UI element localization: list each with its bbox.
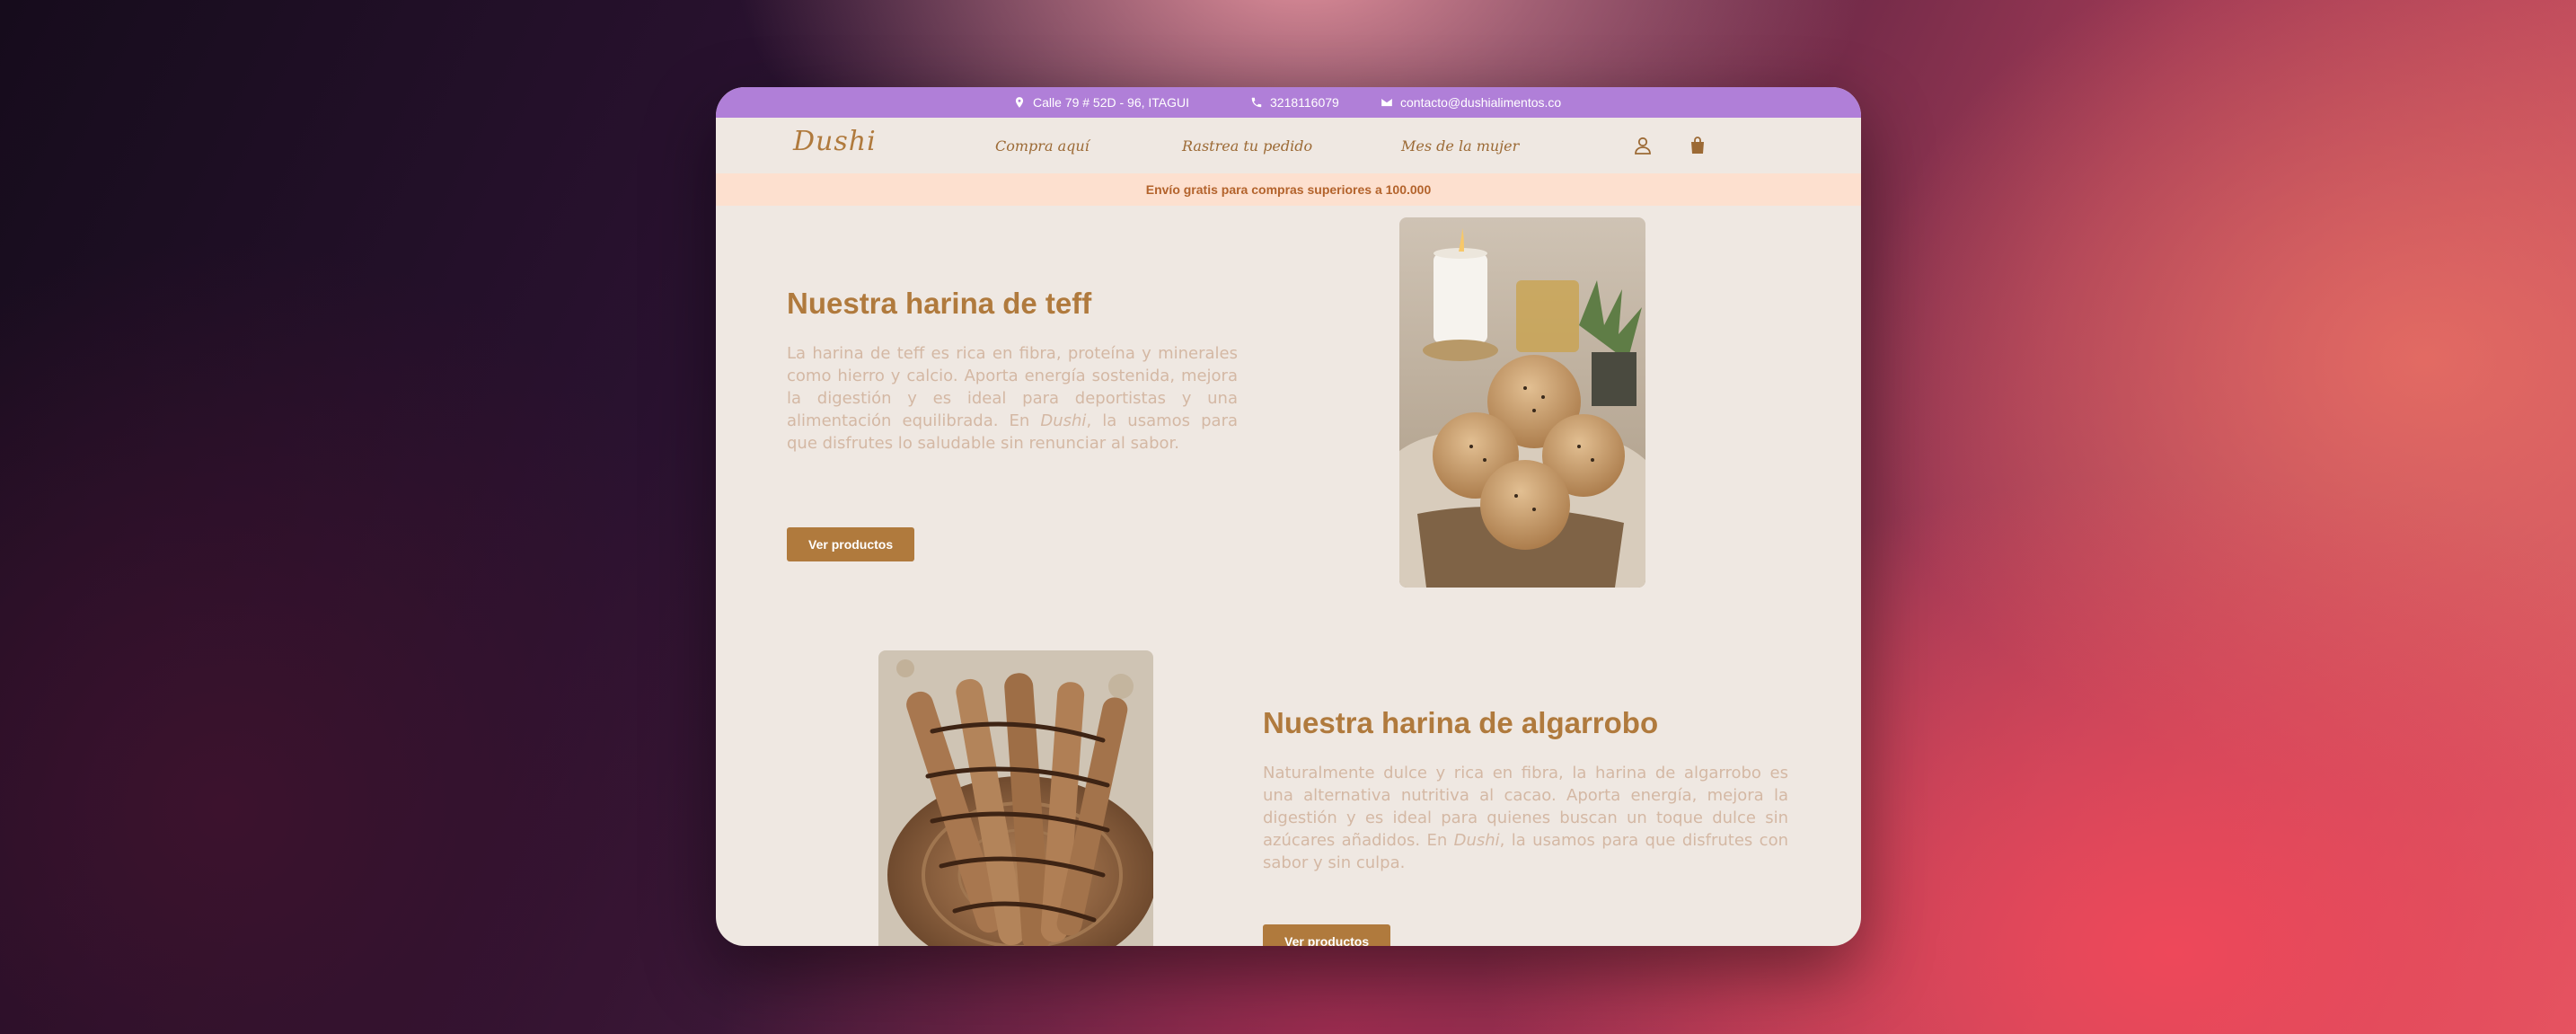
browser-window: Calle 79 # 52D - 96, ITAGUI 3218116079 c… — [716, 87, 1861, 946]
phone-icon — [1251, 97, 1262, 108]
carob-breadsticks-image — [878, 650, 1153, 946]
envelope-icon — [1381, 98, 1392, 107]
phone-text: 3218116079 — [1270, 95, 1339, 110]
section-title-teff: Nuestra harina de teff — [787, 287, 1092, 320]
map-pin-icon — [1015, 97, 1024, 108]
user-icon[interactable] — [1632, 135, 1654, 156]
contact-bar: Calle 79 # 52D - 96, ITAGUI 3218116079 c… — [716, 87, 1861, 118]
ver-productos-button-algarrobo[interactable]: Ver productos — [1263, 924, 1391, 946]
brand-logo-text: Dushi — [793, 126, 877, 157]
free-shipping-banner: Envío gratis para compras superiores a 1… — [716, 173, 1861, 206]
brand-logo[interactable]: Dushi — [793, 128, 876, 164]
section-text-algarrobo: Naturalmente dulce y rica en fibra, la h… — [1263, 764, 1788, 872]
phone-item[interactable]: 3218116079 — [1250, 87, 1339, 118]
main-content: Nuestra harina de teff La harina de teff… — [716, 206, 1861, 946]
email-text: contacto@dushialimentos.co — [1400, 95, 1562, 110]
email-item[interactable]: contacto@dushialimentos.co — [1381, 87, 1561, 118]
nav-item-rastrea-tu-pedido[interactable]: Rastrea tu pedido — [1182, 118, 1312, 173]
nav-item-compra-aqui[interactable]: Compra aquí — [995, 118, 1090, 173]
carob-breadsticks-photo — [878, 650, 1153, 946]
address-item[interactable]: Calle 79 # 52D - 96, ITAGUI — [1013, 87, 1189, 118]
section-title-algarrobo: Nuestra harina de algarrobo — [1263, 706, 1659, 739]
main-navigation: Dushi Compra aquí Rastrea tu pedido Mes … — [716, 118, 1861, 173]
nav-item-mes-de-la-mujer[interactable]: Mes de la mujer — [1401, 118, 1519, 173]
section-text-teff: La harina de teff es rica en fibra, prot… — [787, 344, 1238, 453]
shopping-bag-icon[interactable] — [1687, 135, 1708, 156]
address-text: Calle 79 # 52D - 96, ITAGUI — [1033, 95, 1190, 110]
teff-bread-photo — [1399, 217, 1645, 588]
teff-bread-image — [1399, 217, 1645, 588]
ver-productos-button-teff[interactable]: Ver productos — [787, 527, 915, 561]
